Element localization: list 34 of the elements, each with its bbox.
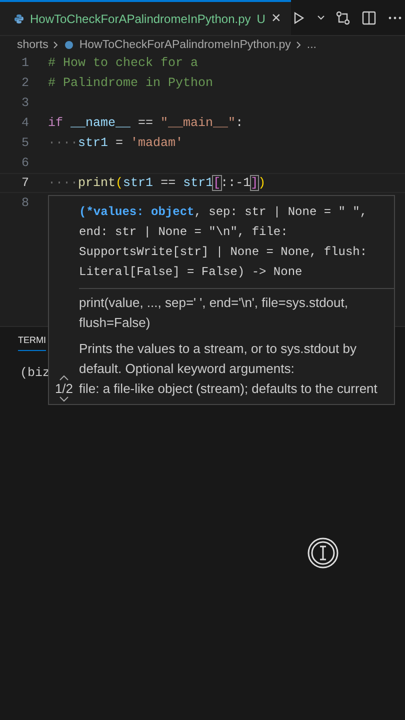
code-line: ····print(str1 == str1[::-1]) [48, 176, 266, 190]
line-number: 1 [20, 56, 30, 70]
description-text: Prints the values to a stream, or to sys.stdout by default. Optional keyword arguments: [79, 340, 358, 378]
terminal-tab[interactable]: TERMI [18, 335, 46, 351]
page-counter: 1/2 [54, 381, 74, 396]
text-cursor-icon [307, 537, 339, 569]
line-number: 5 [20, 136, 30, 150]
dropdown-caret-icon[interactable] [316, 14, 325, 20]
line-number: 7 [20, 176, 30, 190]
line-number: 3 [20, 96, 30, 110]
code-line: if __name__ == "__main__": [48, 116, 244, 130]
split-editor-icon[interactable] [360, 10, 377, 26]
compare-icon[interactable] [334, 10, 351, 26]
untracked-label: U [256, 12, 266, 26]
line-number: 4 [20, 116, 30, 130]
line-number: 8 [20, 196, 30, 210]
breadcrumb-item[interactable]: ... [306, 39, 316, 51]
close-button[interactable]: × [271, 10, 281, 28]
breadcrumb-item[interactable]: shorts [17, 39, 48, 51]
breadcrumb-item[interactable]: HowToCheckForAPalindromeInPython.py [79, 39, 291, 51]
terminal-prompt: (biz [20, 366, 48, 380]
chevron-up-icon[interactable] [59, 375, 69, 381]
function-signature: (*values: object, sep: str | None = " ", end: str | None = "\n", file: SupportsWrite[str] | None = None, flush: Literal[False] = False) -> None [79, 196, 394, 289]
line-number: 2 [20, 76, 30, 90]
chevron-down-icon[interactable] [59, 396, 69, 402]
usage-text: print(value, ..., sep=' ', end='\n', file=sys.stdout, flush=False) [79, 294, 349, 332]
chevron-icon [296, 41, 302, 49]
chevron-icon [53, 41, 60, 49]
code-line: ····str1 = 'madam' [48, 136, 184, 150]
code-line: # Palindrome in Python [48, 76, 214, 90]
detail-text: file: a file-like object (stream); defaults to the current [79, 380, 378, 398]
line-number: 6 [20, 156, 30, 170]
code-line: # How to check for a [48, 56, 198, 70]
file-tab[interactable]: HowToCheckForAPalindromeInPython.py U × [0, 0, 291, 35]
